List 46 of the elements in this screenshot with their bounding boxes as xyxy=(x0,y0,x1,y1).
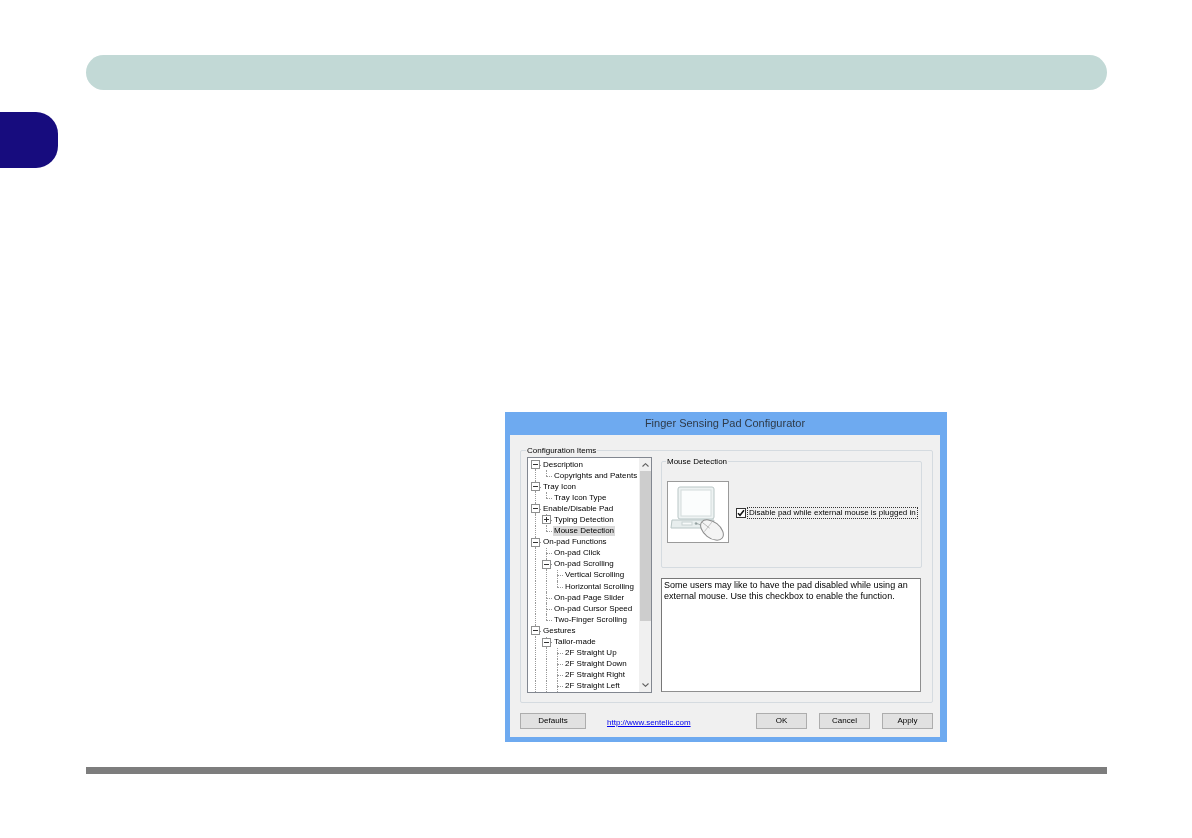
tree-item[interactable]: Gestures xyxy=(542,625,577,636)
window-title: Finger Sensing Pad Configurator xyxy=(644,417,806,430)
tree-item[interactable]: Enable/Disable Pad xyxy=(542,503,615,514)
tree-item[interactable]: Two-Finger Scrolling xyxy=(553,614,628,625)
chevron-up-icon[interactable] xyxy=(641,463,649,467)
checkbox[interactable] xyxy=(736,508,746,518)
minus-box-icon[interactable] xyxy=(531,482,540,492)
tree-item[interactable]: Description xyxy=(542,459,584,470)
dialog-button[interactable]: Cancel xyxy=(819,713,870,729)
tree-item[interactable]: On-pad Page Slider xyxy=(553,592,626,603)
laptop-mouse-drawing xyxy=(667,481,729,543)
tree-item[interactable]: On-pad Scrolling xyxy=(553,559,615,570)
tree-item[interactable]: Copyrights and Patents xyxy=(553,470,639,481)
minus-box-icon[interactable] xyxy=(542,559,551,569)
minus-box-icon[interactable] xyxy=(542,637,551,647)
minus-box-icon[interactable] xyxy=(531,460,540,469)
group-label: Configuration Items xyxy=(526,446,598,455)
tree-item[interactable]: Tray Icon xyxy=(542,481,578,492)
minus-box-icon[interactable] xyxy=(531,537,540,547)
tree-item[interactable]: Vertical Scrolling xyxy=(564,570,626,581)
dialog-button[interactable]: OK xyxy=(756,713,807,729)
group-label: Mouse Detection xyxy=(666,457,729,466)
dialog-button[interactable]: Apply xyxy=(882,713,933,729)
tree-item[interactable]: 2F Straight Left xyxy=(564,681,621,692)
scrollbar-thumb[interactable] xyxy=(639,471,651,621)
chapter-marker xyxy=(0,112,58,168)
tree-item[interactable]: On-pad Click xyxy=(553,548,602,559)
tree-item[interactable]: Tailor-made xyxy=(553,637,597,648)
tree-item[interactable]: 2F Straight Down xyxy=(564,659,628,670)
tree-item[interactable]: 2F Straight Right xyxy=(564,670,627,681)
tree-item[interactable]: On-pad Cursor Speed xyxy=(553,603,634,614)
defaults-button[interactable]: Defaults xyxy=(520,713,586,729)
tree-item[interactable]: Horizontal Scrolling xyxy=(564,581,635,592)
tree-item[interactable]: Tray Icon Type xyxy=(553,492,608,503)
tree-item[interactable]: Mouse Detection xyxy=(553,526,616,537)
description-text: Some users may like to have the pad disabled while using an external mouse. Use this checkbox to enable the function. xyxy=(664,580,909,602)
plus-box-icon[interactable] xyxy=(542,515,551,525)
checkbox-label[interactable]: Disable pad while external mouse is plugged in xyxy=(747,507,918,519)
tree-item[interactable]: Typing Detection xyxy=(553,515,615,525)
tree-item[interactable]: 2F Straight Up xyxy=(564,648,618,659)
tree-item[interactable]: On-pad Functions xyxy=(542,537,608,548)
minus-box-icon[interactable] xyxy=(531,504,540,514)
minus-box-icon[interactable] xyxy=(531,626,540,636)
checkmark-icon xyxy=(737,509,745,517)
website-link[interactable]: http://www.sentelic.com xyxy=(607,717,691,728)
chevron-down-icon[interactable] xyxy=(641,683,649,687)
